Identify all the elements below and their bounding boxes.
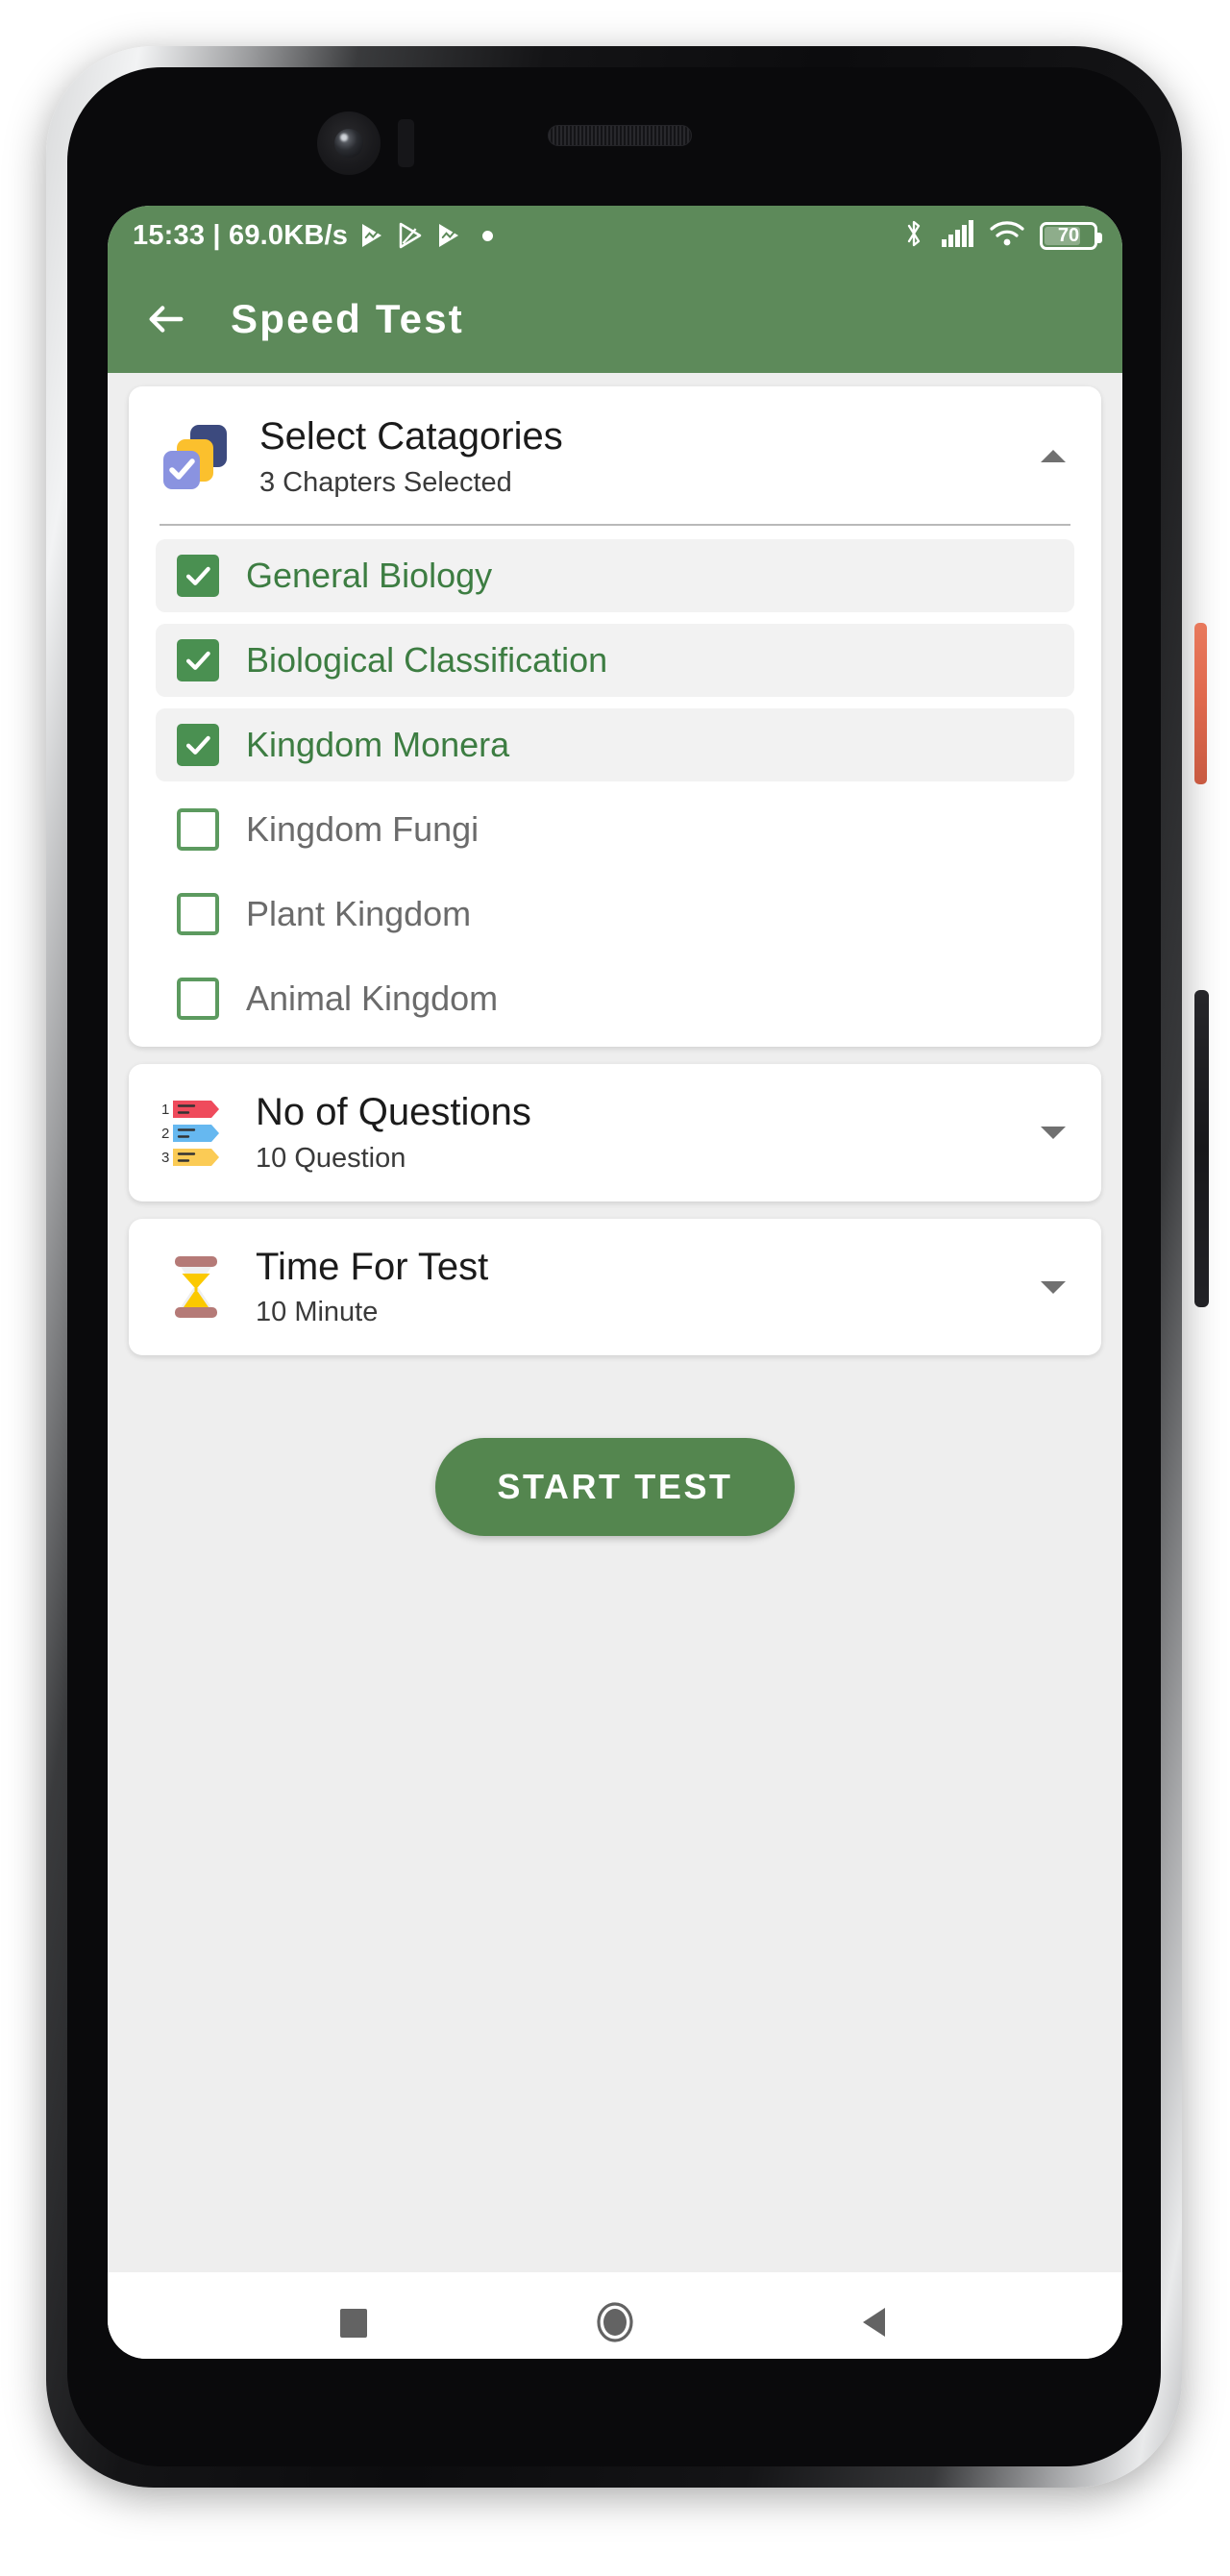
square-icon[interactable] <box>332 2300 376 2344</box>
time-for-test-card[interactable]: Time For Test 10 Minute <box>129 1218 1101 1356</box>
caret-down-icon[interactable] <box>1034 1113 1072 1152</box>
battery-level-label: 70 <box>1057 224 1080 246</box>
no-of-questions-card[interactable]: 1 2 3 No of Questions 10 Question <box>129 1063 1101 1201</box>
svg-text:2: 2 <box>161 1126 169 1142</box>
checkbox-unchecked-icon[interactable] <box>177 977 219 1020</box>
time-for-test-value: 10 Minute <box>256 1297 379 1328</box>
select-categories-card: Select Catagories 3 Chapters Selected Ge… <box>129 386 1101 1047</box>
status-bar: 15:33 | 69.0KB/s 70 <box>108 206 1122 265</box>
play-store-icon <box>357 221 386 250</box>
time-for-test-header[interactable]: Time For Test 10 Minute <box>129 1219 1101 1356</box>
no-of-questions-title: No of Questions <box>256 1090 531 1133</box>
no-of-questions-header[interactable]: 1 2 3 No of Questions 10 Question <box>129 1064 1101 1201</box>
chapter-list: General Biology Biological Classification… <box>129 526 1101 1035</box>
status-bar-right: 70 <box>901 218 1102 254</box>
start-test-button[interactable]: START TEST <box>435 1438 795 1537</box>
chapter-row[interactable]: General Biology <box>156 538 1074 612</box>
svg-text:1: 1 <box>161 1102 169 1118</box>
cellular-signal-icon <box>942 219 974 252</box>
checkbox-checked-icon[interactable] <box>177 723 219 766</box>
power-button[interactable] <box>1194 623 1207 784</box>
checkbox-unchecked-icon[interactable] <box>177 892 219 935</box>
status-clock-and-network-speed: 15:33 | 69.0KB/s <box>133 219 349 251</box>
camera-glint <box>340 134 348 141</box>
no-of-questions-value: 10 Question <box>256 1142 406 1174</box>
android-navigation-bar <box>108 2272 1122 2359</box>
caret-up-icon[interactable] <box>1034 437 1072 476</box>
battery-icon: 70 <box>1040 221 1102 250</box>
chapter-row[interactable]: Plant Kingdom <box>156 878 1074 951</box>
chapter-label: General Biology <box>246 555 493 595</box>
time-for-test-title: Time For Test <box>256 1245 489 1288</box>
select-categories-subtitle: 3 Chapters Selected <box>259 466 512 498</box>
hourglass-icon <box>161 1252 231 1322</box>
chapter-label: Biological Classification <box>246 639 608 680</box>
checkbox-unchecked-icon[interactable] <box>177 807 219 851</box>
numbered-list-icon: 1 2 3 <box>161 1098 231 1167</box>
start-test-area: START TEST <box>108 1438 1122 1537</box>
app-bar: Speed Test <box>108 265 1122 373</box>
camera-lens-icon <box>334 129 363 158</box>
circle-icon[interactable] <box>593 2300 637 2344</box>
no-of-questions-text: No of Questions 10 Question <box>256 1091 1009 1175</box>
chapter-row[interactable]: Animal Kingdom <box>156 962 1074 1035</box>
select-categories-text: Select Catagories 3 Chapters Selected <box>259 415 1009 499</box>
page-title: Speed Test <box>231 296 464 341</box>
stacked-squares-check-icon <box>160 419 234 494</box>
caret-down-icon[interactable] <box>1034 1268 1072 1306</box>
proximity-sensor <box>398 119 414 167</box>
status-bar-left: 15:33 | 69.0KB/s <box>133 219 494 252</box>
select-categories-title: Select Catagories <box>259 415 563 458</box>
chapter-label: Kingdom Monera <box>246 724 510 764</box>
chapter-label: Plant Kingdom <box>246 893 472 933</box>
chapter-row[interactable]: Kingdom Fungi <box>156 793 1074 866</box>
back-arrow-icon[interactable] <box>144 297 188 341</box>
volume-rocker-button[interactable] <box>1194 990 1209 1307</box>
screenshot-root: 15:33 | 69.0KB/s 70 Speed Test Select Ca… <box>0 0 1230 2576</box>
phone-screen: 15:33 | 69.0KB/s 70 Speed Test Select Ca… <box>108 206 1122 2359</box>
checkbox-checked-icon[interactable] <box>177 554 219 597</box>
chapter-row[interactable]: Kingdom Monera <box>156 707 1074 781</box>
main-content: Select Catagories 3 Chapters Selected Ge… <box>108 386 1122 2272</box>
chapter-label: Animal Kingdom <box>246 978 499 1018</box>
select-categories-header[interactable]: Select Catagories 3 Chapters Selected <box>129 386 1101 524</box>
svg-text:3: 3 <box>161 1150 169 1166</box>
play-store-outline-icon <box>396 221 425 250</box>
chapter-row[interactable]: Biological Classification <box>156 623 1074 697</box>
checkbox-checked-icon[interactable] <box>177 638 219 681</box>
triangle-back-icon[interactable] <box>854 2300 898 2344</box>
time-for-test-text: Time For Test 10 Minute <box>256 1246 1009 1329</box>
dot-icon <box>482 230 494 241</box>
wifi-icon <box>990 220 1024 252</box>
chapter-label: Kingdom Fungi <box>246 808 480 849</box>
bluetooth-icon <box>901 218 926 254</box>
earpiece-speaker <box>548 125 692 146</box>
play-store-icon <box>434 221 463 250</box>
